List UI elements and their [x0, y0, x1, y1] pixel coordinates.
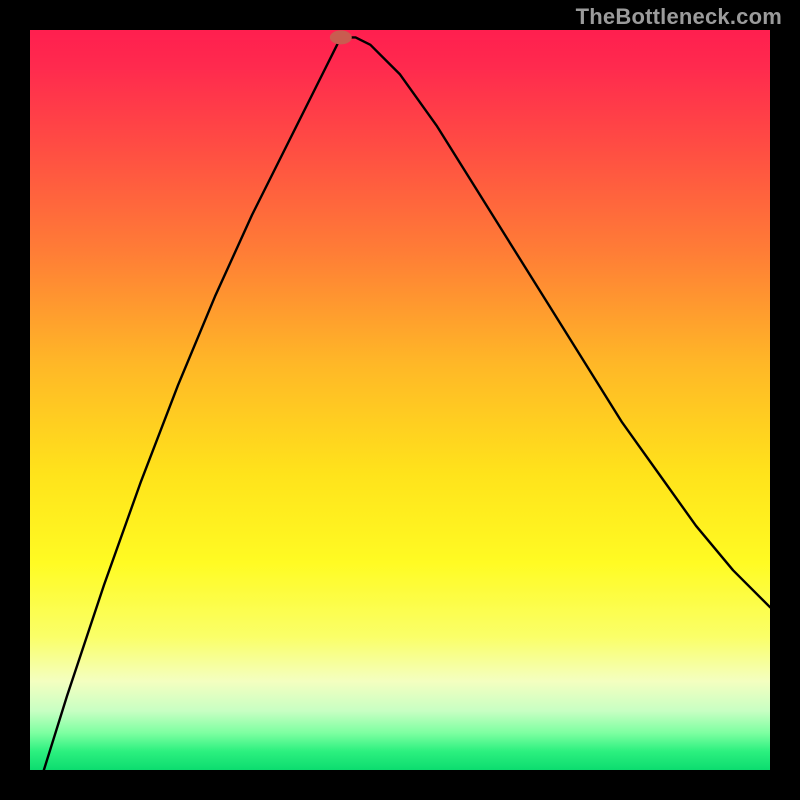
- vertex-marker: [330, 30, 352, 44]
- watermark-text: TheBottleneck.com: [576, 4, 782, 30]
- outer-frame: TheBottleneck.com: [0, 0, 800, 800]
- gradient-background: [30, 30, 770, 770]
- bottleneck-chart: [30, 30, 770, 770]
- chart-svg: [30, 30, 770, 770]
